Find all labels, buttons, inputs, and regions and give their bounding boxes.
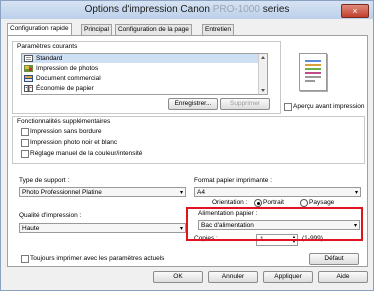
media-type-select[interactable]: Photo Professionnel Platine ▾	[19, 187, 186, 197]
ok-button[interactable]: OK	[153, 271, 203, 283]
button-label: Supprimer	[230, 100, 260, 107]
always-print-label: Toujours imprimer avec les paramètres ac…	[30, 255, 165, 262]
color-adjust-label: Réglage manuel de la couleur/intensité	[30, 150, 143, 157]
landscape-radio[interactable]	[300, 199, 308, 207]
close-button[interactable]: ×	[341, 4, 369, 18]
media-type-label: Type de support :	[19, 177, 70, 184]
cancel-button[interactable]: Annuler	[208, 271, 258, 283]
page-preview-icon	[305, 60, 321, 82]
chevron-down-icon: ▾	[179, 226, 183, 232]
print-options-window: Options d'impression Canon PRO-1000 seri…	[0, 0, 374, 291]
presets-scrollbar[interactable]	[258, 54, 267, 94]
title-bar: Options d'impression Canon PRO-1000 seri…	[1, 1, 373, 19]
list-item-label: Économie de papier	[36, 85, 94, 92]
scroll-arrows-icon	[261, 56, 265, 92]
defaults-button[interactable]: Défaut	[309, 253, 359, 265]
quality-value: Haute	[22, 225, 40, 232]
document-icon	[24, 75, 33, 82]
preview-checkbox-label: Aperçu avant impression	[293, 103, 365, 110]
list-item-label: Standard	[36, 55, 63, 62]
tab-page-setup[interactable]: Configuration de la page	[115, 24, 192, 35]
paper-size-label: Format papier imprimante :	[194, 177, 273, 184]
apply-button[interactable]: Appliquer	[263, 271, 313, 283]
list-item[interactable]: Standard	[22, 54, 258, 63]
orientation-label: Orientation :	[212, 199, 248, 206]
preview-checkbox[interactable]	[284, 103, 292, 111]
button-label: Appliquer	[274, 273, 302, 280]
paper-source-highlight	[186, 207, 363, 241]
grayscale-checkbox[interactable]	[21, 139, 29, 147]
close-icon: ×	[352, 6, 358, 16]
borderless-checkbox[interactable]	[21, 128, 29, 136]
button-label: Défaut	[324, 255, 344, 262]
delete-preset-button[interactable]: Supprimer	[220, 98, 270, 110]
borderless-label: Impression sans bordure	[30, 128, 102, 135]
media-type-value: Photo Professionnel Platine	[22, 189, 102, 196]
quality-select[interactable]: Haute ▾	[19, 223, 186, 233]
list-item[interactable]: Document commercial	[22, 74, 258, 83]
window-title: Options d'impression Canon PRO-1000 seri…	[1, 4, 373, 15]
landscape-label: Paysage	[309, 199, 335, 206]
chevron-down-icon: ▾	[179, 190, 183, 196]
paper-size-value: A4	[197, 189, 205, 196]
chevron-down-icon: ▾	[354, 190, 358, 196]
quality-label: Qualité d'impression :	[19, 212, 82, 219]
list-item[interactable]: Économie de papier	[22, 84, 258, 93]
presets-title: Paramètres courants	[17, 43, 78, 50]
portrait-radio[interactable]	[254, 199, 262, 207]
paper-saving-icon	[24, 85, 33, 92]
tab-label: Principal	[84, 26, 109, 33]
save-preset-button[interactable]: Enregistrer...	[168, 98, 218, 110]
button-label: Enregistrer...	[174, 100, 212, 107]
button-label: Annuler	[221, 273, 245, 280]
tab-label: Configuration de la page	[118, 26, 189, 33]
always-print-checkbox[interactable]	[21, 255, 29, 263]
standard-icon	[24, 55, 33, 62]
page-preview	[299, 53, 327, 91]
list-item-label: Document commercial	[36, 75, 101, 82]
tab-label: Configuration rapide	[10, 25, 69, 32]
window-title-model: PRO-1000	[212, 4, 260, 15]
tab-quick-setup[interactable]: Configuration rapide	[7, 23, 72, 35]
list-item-label: Impression de photos	[36, 65, 99, 72]
button-label: OK	[173, 273, 183, 280]
list-item[interactable]: Impression de photos	[22, 64, 258, 73]
grayscale-label: Impression photo noir et blanc	[30, 139, 118, 146]
color-adjust-checkbox[interactable]	[21, 150, 29, 158]
features-title: Fonctionnalités supplémentaires	[17, 118, 111, 125]
photo-icon	[24, 65, 33, 72]
portrait-label: Portrait	[263, 199, 284, 206]
paper-size-select[interactable]: A4 ▾	[194, 187, 361, 197]
window-title-text: Options d'impression Canon	[84, 4, 210, 15]
button-label: Aide	[336, 273, 350, 280]
tab-maintenance[interactable]: Entretien	[202, 24, 235, 35]
help-button[interactable]: Aide	[318, 271, 368, 283]
tab-main[interactable]: Principal	[81, 24, 112, 35]
tab-label: Entretien	[205, 26, 232, 33]
window-title-suffix: series	[262, 4, 290, 15]
presets-list[interactable]: Standard Impression de photos Document c…	[21, 53, 268, 95]
